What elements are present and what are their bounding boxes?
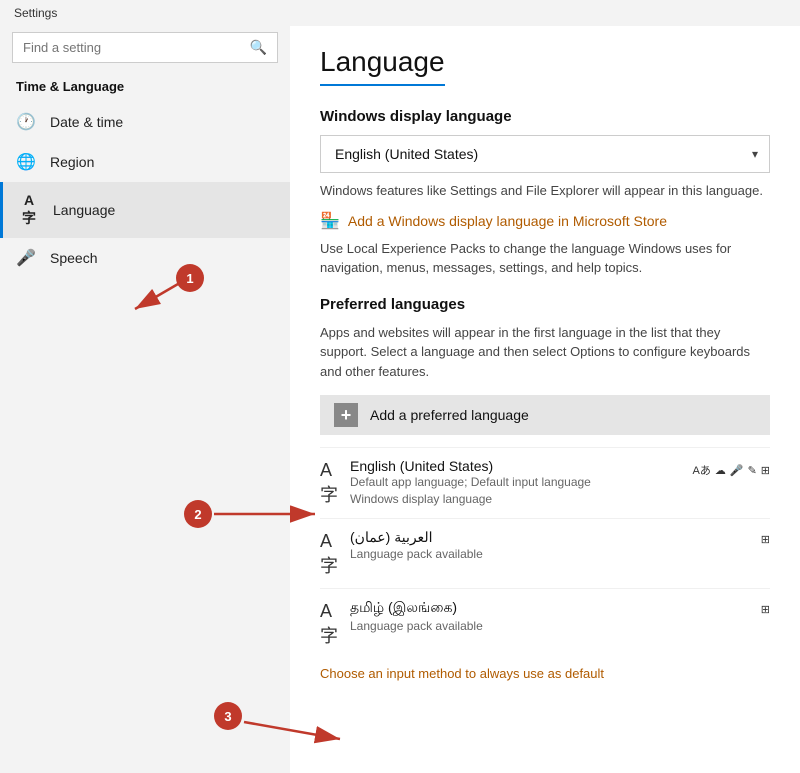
sidebar-item-language[interactable]: A字 Language [0,182,290,238]
choose-input-method-link[interactable]: Choose an input method to always use as … [320,666,770,681]
display-language-dropdown[interactable]: English (United States) [320,135,770,173]
language-az-icon-3: A字 [320,601,338,648]
sidebar-item-label: Language [53,202,115,218]
preferred-languages-title: Preferred languages [320,296,770,313]
add-preferred-language-label: Add a preferred language [370,407,529,423]
language-sub-tamil: Language pack available [350,618,749,635]
title-bar-label: Settings [14,6,57,20]
title-bar: Settings [0,0,800,26]
windows-display-language-title: Windows display language [320,108,770,125]
sidebar-item-label: Date & time [50,114,123,130]
sidebar-item-date-time[interactable]: 🕐 Date & time [0,102,290,142]
language-name-tamil: தமிழ் (இலங்கை) [350,599,749,618]
search-icon: 🔍 [250,39,267,56]
globe-icon: 🌐 [16,152,36,172]
badge-keyboard-tamil-icon: ⊞ [761,603,770,616]
sidebar-item-label: Region [50,154,94,170]
language-name: English (United States) [350,458,681,474]
local-experience-desc: Use Local Experience Packs to change the… [320,239,770,278]
badge-keyboard-icon: Aあ [693,462,711,478]
language-badges-arabic: ⊞ [761,533,770,546]
content-area: Language Windows display language Englis… [290,26,800,773]
language-item-english[interactable]: A字 English (United States) Default app l… [320,447,770,518]
language-sub: Default app language; Default input lang… [350,474,681,508]
language-item-arabic[interactable]: A字 العربية (عمان) Language pack availabl… [320,518,770,588]
search-box[interactable]: 🔍 [12,32,278,63]
plus-icon: + [334,403,358,427]
language-az-icon: A字 [320,460,338,507]
display-language-desc: Windows features like Settings and File … [320,181,770,201]
language-az-icon-2: A字 [320,531,338,578]
sidebar-item-label: Speech [50,250,97,266]
language-badges: Aあ ☁ 🎤 ✎ ⊞ [693,462,770,478]
mic-icon: 🎤 [16,248,36,268]
choose-input-method-label: Choose an input method to always use as … [320,666,604,681]
language-badges-tamil: ⊞ [761,603,770,616]
add-windows-language-link[interactable]: 🏪 Add a Windows display language in Micr… [320,211,770,231]
add-windows-language-label: Add a Windows display language in Micros… [348,213,667,229]
badge-cloud-icon: ☁ [715,464,726,477]
language-info-3: தமிழ் (இலங்கை) Language pack available [350,599,749,635]
search-input[interactable] [23,40,244,55]
add-preferred-language-button[interactable]: + Add a preferred language [320,395,770,435]
badge-layout-icon: ⊞ [761,464,770,477]
sidebar-section-title: Time & Language [0,75,290,102]
sidebar-item-region[interactable]: 🌐 Region [0,142,290,182]
language-item-tamil[interactable]: A字 தமிழ் (இலங்கை) Language pack availabl… [320,588,770,658]
page-title: Language [320,46,445,86]
language-name-arabic: العربية (عمان) [350,529,749,546]
badge-mic-icon: 🎤 [730,464,744,477]
language-info-2: العربية (عمان) Language pack available [350,529,749,563]
clock-icon: 🕐 [16,112,36,132]
store-icon: 🏪 [320,211,340,231]
display-language-dropdown-wrapper[interactable]: English (United States) ▾ [320,135,770,173]
badge-keyboard-arabic-icon: ⊞ [761,533,770,546]
language-icon: A字 [19,192,39,228]
sidebar: 🔍 Time & Language 🕐 Date & time 🌐 Region… [0,26,290,773]
preferred-languages-desc: Apps and websites will appear in the fir… [320,323,770,382]
language-sub-arabic: Language pack available [350,546,749,563]
badge-pen-icon: ✎ [748,464,757,477]
language-info: English (United States) Default app lang… [350,458,681,508]
sidebar-item-speech[interactable]: 🎤 Speech [0,238,290,278]
